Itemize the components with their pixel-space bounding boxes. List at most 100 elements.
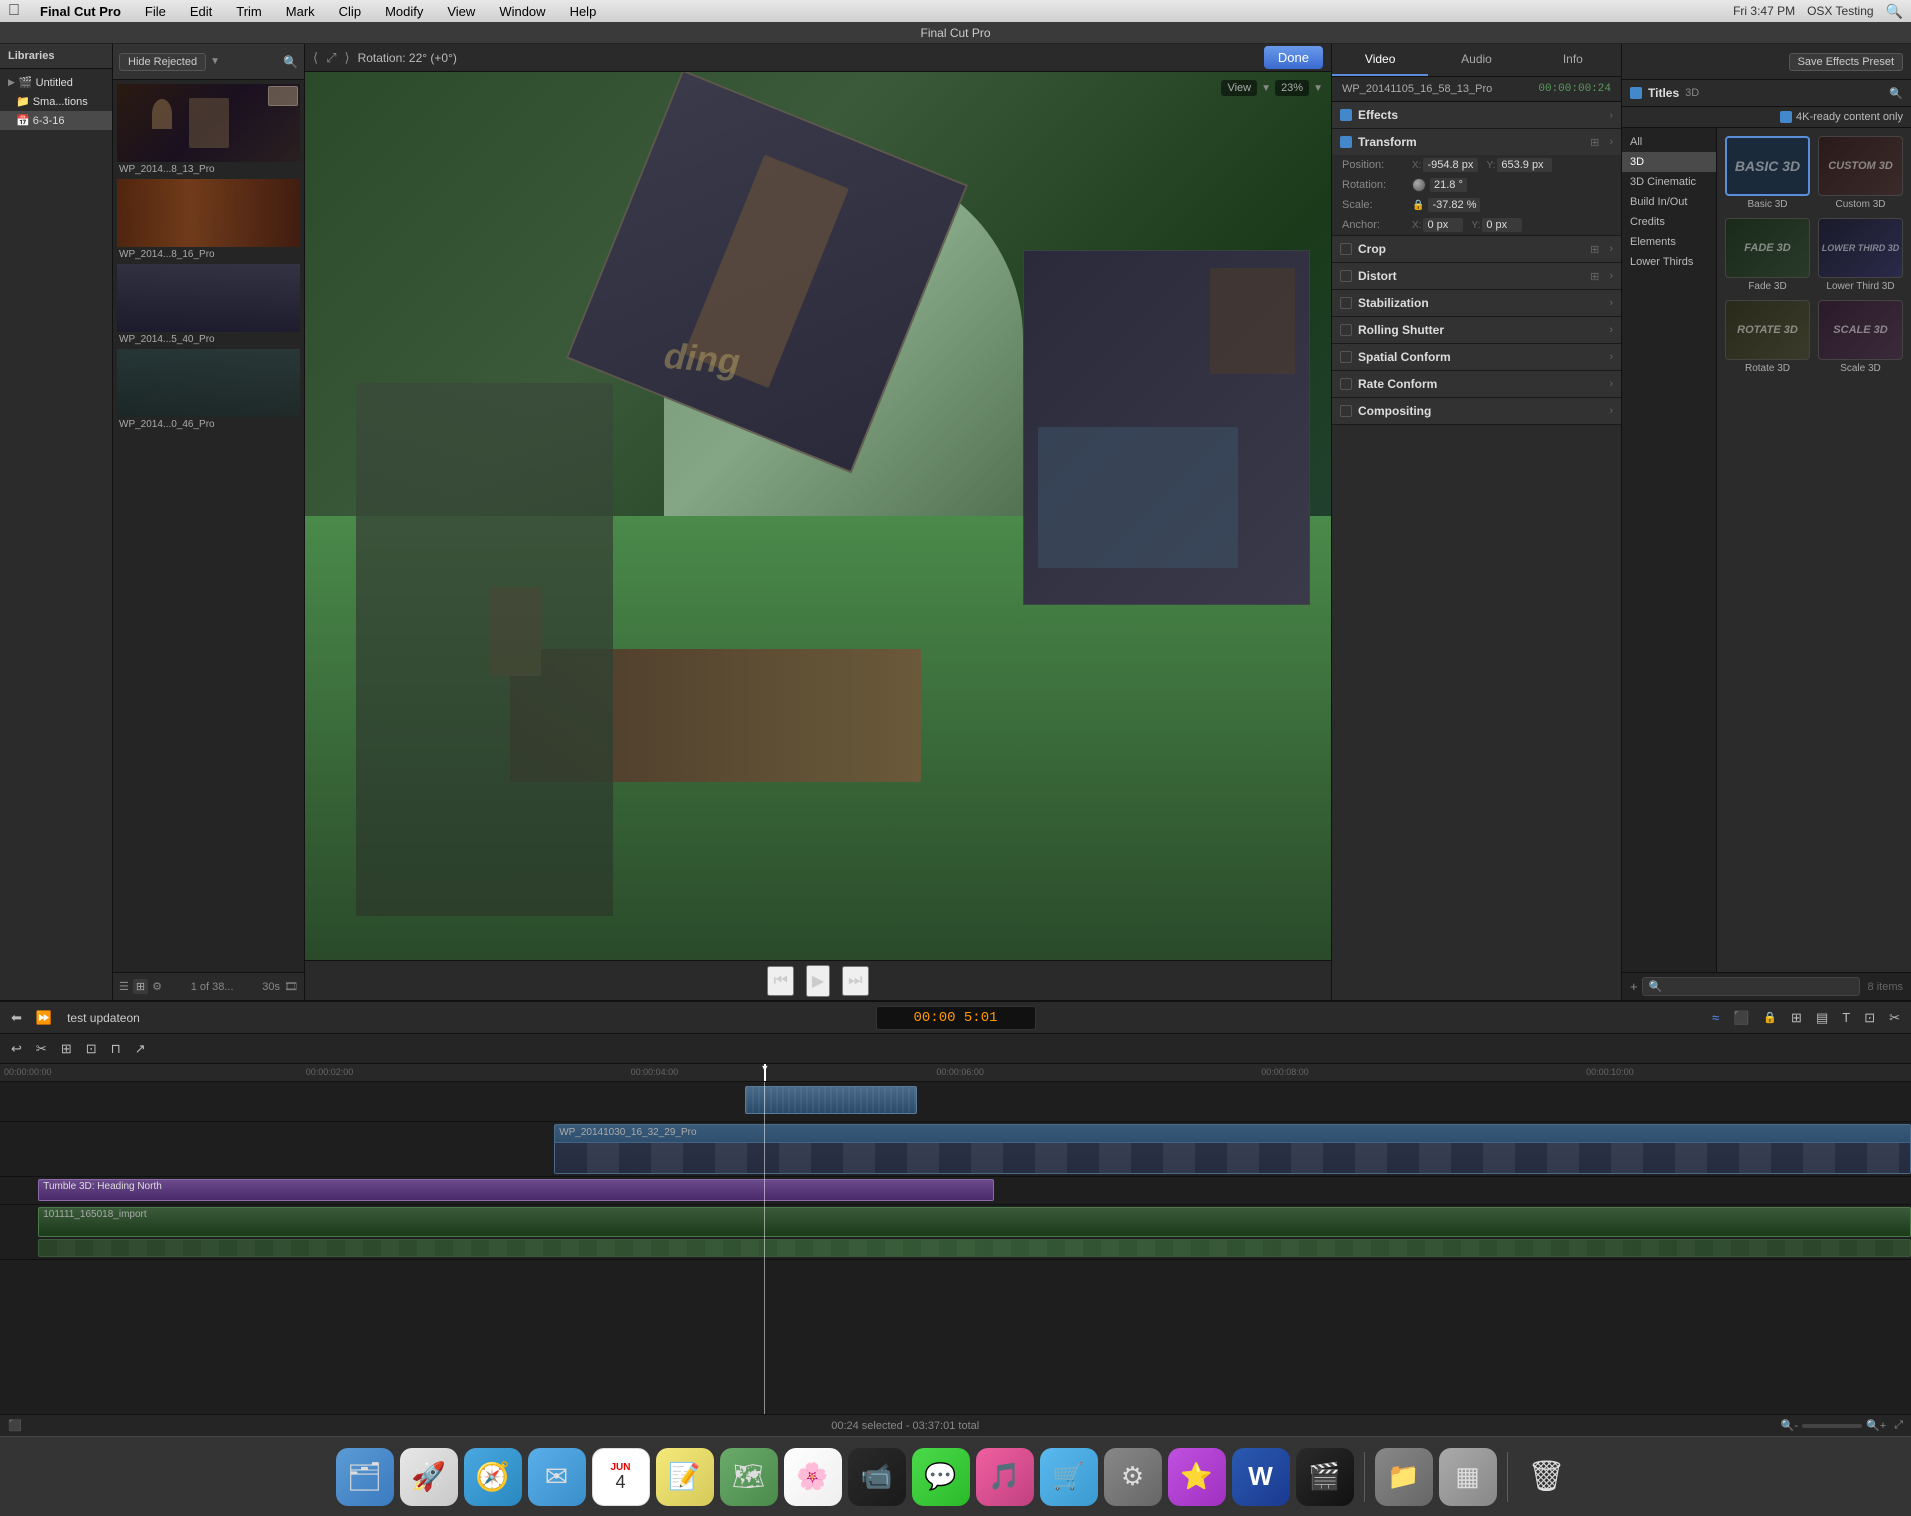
- rolling-shutter-expand[interactable]: ›: [1609, 324, 1613, 336]
- title-item-lower3d[interactable]: LOWER THIRD 3D Lower Third 3D: [1818, 218, 1903, 292]
- tl-tool-2[interactable]: ▤: [1811, 1008, 1833, 1028]
- stabilization-expand[interactable]: ›: [1609, 297, 1613, 309]
- compositing-header[interactable]: Compositing ›: [1332, 398, 1621, 424]
- menu-mark[interactable]: Mark: [282, 4, 319, 19]
- fit-timeline-icon[interactable]: ⤢: [1894, 1419, 1903, 1432]
- title-item-scale3d[interactable]: SCALE 3D Scale 3D: [1818, 300, 1903, 374]
- view-toggle-grid-icon[interactable]: ⊞: [133, 979, 148, 994]
- stabilization-checkbox[interactable]: [1340, 297, 1352, 309]
- crop-checkbox[interactable]: [1340, 243, 1352, 255]
- zoom-dropdown-icon[interactable]: ▼: [1313, 83, 1323, 94]
- distort-header[interactable]: Distort ⊞ ›: [1332, 263, 1621, 289]
- compositing-checkbox[interactable]: [1340, 405, 1352, 417]
- crop-grid-icon[interactable]: ⊞: [1590, 243, 1599, 256]
- timeline-collapse-btn[interactable]: ⬛: [8, 1419, 22, 1432]
- title-item-fade3d[interactable]: FADE 3D Fade 3D: [1725, 218, 1810, 292]
- dock-itunes[interactable]: 🎵: [976, 1448, 1034, 1506]
- zoom-control[interactable]: 23% ▼: [1275, 80, 1323, 96]
- play-button[interactable]: ▶: [806, 965, 830, 997]
- viewer-nav-next[interactable]: ⟩: [344, 50, 349, 66]
- menu-view[interactable]: View: [443, 4, 479, 19]
- zoom-slider[interactable]: [1802, 1424, 1862, 1428]
- rotation-knob[interactable]: [1412, 178, 1426, 192]
- clip-item-1[interactable]: WP_2014...8_13_Pro: [117, 84, 300, 177]
- dock-appstore[interactable]: 🛒: [1040, 1448, 1098, 1506]
- rate-conform-header[interactable]: Rate Conform ›: [1332, 371, 1621, 397]
- dock-facetime[interactable]: 📹: [848, 1448, 906, 1506]
- dock-trash[interactable]: 🗑: [1518, 1448, 1576, 1506]
- menu-search-icon[interactable]: 🔍: [1886, 3, 1903, 20]
- spatial-conform-checkbox[interactable]: [1340, 351, 1352, 363]
- tl-connect-btn[interactable]: ⊓: [106, 1039, 126, 1059]
- tl-tool-5[interactable]: ✂: [1884, 1008, 1905, 1028]
- dock-calendar[interactable]: JUN 4: [592, 1448, 650, 1506]
- browser-search-icon[interactable]: 🔍: [283, 55, 298, 69]
- effect-block[interactable]: Tumble 3D: Heading North: [38, 1179, 994, 1201]
- tl-trim-btn[interactable]: ⊞: [56, 1039, 77, 1059]
- clip-item-4[interactable]: WP_2014...0_46_Pro: [117, 349, 300, 432]
- menu-help[interactable]: Help: [566, 4, 601, 19]
- title-item-rotate3d[interactable]: ROTATE 3D Rotate 3D: [1725, 300, 1810, 374]
- rolling-shutter-checkbox[interactable]: [1340, 324, 1352, 336]
- scale-lock-icon[interactable]: 🔒: [1412, 200, 1424, 211]
- dock-finder[interactable]: 🗂: [336, 1448, 394, 1506]
- menu-trim[interactable]: Trim: [232, 4, 266, 19]
- transform-expand[interactable]: ›: [1609, 136, 1613, 148]
- goto-start-button[interactable]: ⏮: [767, 966, 793, 996]
- tab-info[interactable]: Info: [1525, 44, 1621, 76]
- tl-blade-btn[interactable]: ✂: [31, 1039, 52, 1059]
- dock-ilife[interactable]: ⭐: [1168, 1448, 1226, 1506]
- view-dropdown-icon[interactable]: ▼: [1261, 83, 1271, 94]
- tl-audio-icon[interactable]: ≈: [1707, 1008, 1724, 1027]
- library-item-event[interactable]: 📅 6-3-16: [0, 111, 112, 130]
- distort-grid-icon[interactable]: ⊞: [1590, 270, 1599, 283]
- compositing-expand[interactable]: ›: [1609, 405, 1613, 417]
- crop-header[interactable]: Crop ⊞ ›: [1332, 236, 1621, 262]
- spatial-conform-header[interactable]: Spatial Conform ›: [1332, 344, 1621, 370]
- dock-mail[interactable]: ✉: [528, 1448, 586, 1506]
- category-lower-thirds[interactable]: Lower Thirds: [1622, 252, 1716, 272]
- tl-lock-icon[interactable]: 🔒: [1758, 1009, 1782, 1026]
- tl-undo-btn[interactable]: ↩: [6, 1039, 27, 1059]
- rolling-shutter-header[interactable]: Rolling Shutter ›: [1332, 317, 1621, 343]
- category-build-inout[interactable]: Build In/Out: [1622, 192, 1716, 212]
- done-button[interactable]: Done: [1264, 46, 1323, 69]
- transform-grid-icon[interactable]: ⊞: [1590, 136, 1599, 149]
- tl-insert-btn[interactable]: ⊡: [81, 1039, 102, 1059]
- tl-tool-1[interactable]: ⊞: [1786, 1008, 1807, 1028]
- tab-video[interactable]: Video: [1332, 44, 1428, 76]
- clip-item-3[interactable]: WP_2014...5_40_Pro: [117, 264, 300, 347]
- filmstrip-icon[interactable]: 🎞: [284, 980, 298, 993]
- distort-expand[interactable]: ›: [1609, 270, 1613, 282]
- connected-clip[interactable]: [745, 1086, 917, 1114]
- distort-checkbox[interactable]: [1340, 270, 1352, 282]
- dock-word[interactable]: W: [1232, 1448, 1290, 1506]
- titles-search-bar[interactable]: 🔍: [1642, 977, 1860, 996]
- clip-item-2[interactable]: WP_2014...8_16_Pro: [117, 179, 300, 262]
- transform-header[interactable]: Transform ⊞ ›: [1332, 129, 1621, 155]
- timeline-playhead[interactable]: ▼: [764, 1064, 766, 1081]
- tl-fwd-btn[interactable]: ⏩: [31, 1008, 57, 1028]
- save-effects-preset-button[interactable]: Save Effects Preset: [1789, 53, 1903, 71]
- dock-sysprefs[interactable]: ⚙: [1104, 1448, 1162, 1506]
- dock-notes[interactable]: 📝: [656, 1448, 714, 1506]
- title-item-custom3d[interactable]: CUSTOM 3D Custom 3D: [1818, 136, 1903, 210]
- hide-rejected-button[interactable]: Hide Rejected: [119, 53, 206, 71]
- tl-tool-4[interactable]: ⊡: [1859, 1008, 1880, 1028]
- main-clip-block[interactable]: WP_20141030_16_32_29_Pro: [554, 1124, 1911, 1174]
- dock-photos[interactable]: 🌸: [784, 1448, 842, 1506]
- rate-conform-checkbox[interactable]: [1340, 378, 1352, 390]
- menu-finalcutpro[interactable]: Final Cut Pro: [36, 4, 125, 19]
- category-elements[interactable]: Elements: [1622, 232, 1716, 252]
- 4k-filter-checkbox[interactable]: [1780, 111, 1792, 123]
- menu-clip[interactable]: Clip: [335, 4, 365, 19]
- viewer-nav-prev[interactable]: ⟨: [313, 50, 318, 66]
- tl-back-btn[interactable]: ⬅: [6, 1008, 27, 1028]
- titles-search-icon[interactable]: 🔍: [1889, 87, 1903, 100]
- menu-window[interactable]: Window: [495, 4, 549, 19]
- add-to-timeline-icon[interactable]: +: [1630, 979, 1638, 994]
- title-item-basic3d[interactable]: BASIC 3D Basic 3D: [1725, 136, 1810, 210]
- menu-file[interactable]: File: [141, 4, 170, 19]
- settings-icon[interactable]: ⚙: [152, 980, 162, 993]
- zoom-out-icon[interactable]: 🔍-: [1781, 1419, 1798, 1432]
